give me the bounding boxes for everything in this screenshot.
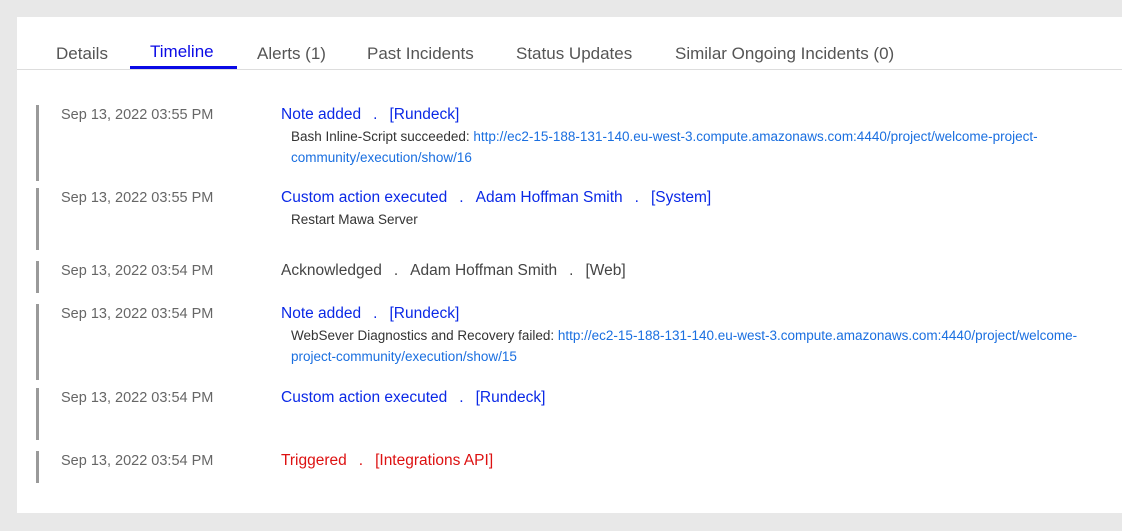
separator: . [373, 305, 378, 322]
entry-detail-text: WebSever Diagnostics and Recovery failed… [291, 328, 558, 343]
tab-bar: Details Timeline Alerts (1) Past Inciden… [17, 17, 1122, 70]
timeline-bar [36, 105, 39, 181]
entry-actor[interactable]: Adam Hoffman Smith [476, 189, 623, 206]
tab-status-updates[interactable]: Status Updates [516, 43, 632, 69]
separator: . [459, 189, 464, 206]
entry-source: [Integrations API] [375, 452, 494, 469]
entry-event[interactable]: Custom action executed [281, 389, 447, 406]
entry-detail: Restart Mawa Server [291, 209, 1121, 230]
entry-header: Note added. [Rundeck] [281, 304, 459, 324]
entry-event[interactable]: Note added [281, 305, 361, 322]
entry-event: Acknowledged [281, 262, 382, 279]
entry-timestamp: Sep 13, 2022 03:54 PM [61, 263, 214, 279]
entry-header: Custom action executed. [Rundeck] [281, 388, 545, 408]
timeline-bar [36, 388, 39, 440]
entry-header: Custom action executed. Adam Hoffman Smit… [281, 188, 711, 208]
entry-source: [Web] [585, 262, 626, 279]
separator: . [373, 106, 378, 123]
entry-source[interactable]: [Rundeck] [389, 106, 459, 123]
entry-detail: WebSever Diagnostics and Recovery failed… [291, 325, 1121, 367]
separator: . [393, 262, 399, 279]
timeline-bar [36, 188, 39, 250]
entry-header: Triggered. [Integrations API] [281, 451, 493, 471]
entry-timestamp: Sep 13, 2022 03:54 PM [61, 390, 214, 406]
tab-alerts[interactable]: Alerts (1) [257, 43, 326, 69]
timeline-bar [36, 261, 39, 293]
tab-similar-ongoing-incidents[interactable]: Similar Ongoing Incidents (0) [675, 43, 894, 69]
tab-details[interactable]: Details [56, 43, 108, 69]
entry-header: Note added. [Rundeck] [281, 105, 459, 125]
entry-source[interactable]: [Rundeck] [389, 305, 459, 322]
separator: . [358, 452, 364, 469]
timeline-bar [36, 451, 39, 483]
entry-detail-text: Restart Mawa Server [291, 212, 418, 227]
entry-event[interactable]: Custom action executed [281, 189, 447, 206]
incident-panel: Details Timeline Alerts (1) Past Inciden… [17, 17, 1122, 513]
entry-timestamp: Sep 13, 2022 03:55 PM [61, 107, 214, 123]
entry-header: Acknowledged. Adam Hoffman Smith. [Web] [281, 261, 626, 281]
separator: . [569, 262, 574, 279]
entry-detail-text: Bash Inline-Script succeeded: [291, 129, 474, 144]
entry-event: Triggered [281, 452, 347, 469]
entry-source[interactable]: [System] [651, 189, 711, 206]
separator: . [459, 389, 464, 406]
entry-event[interactable]: Note added [281, 106, 361, 123]
entry-source[interactable]: [Rundeck] [476, 389, 546, 406]
tab-past-incidents[interactable]: Past Incidents [367, 43, 474, 69]
tab-timeline[interactable]: Timeline [150, 41, 214, 67]
entry-detail: Bash Inline-Script succeeded: http://ec2… [291, 126, 1121, 168]
entry-actor: Adam Hoffman Smith [410, 262, 558, 279]
active-tab-indicator [130, 66, 237, 69]
entry-timestamp: Sep 13, 2022 03:54 PM [61, 453, 214, 469]
entry-timestamp: Sep 13, 2022 03:55 PM [61, 190, 214, 206]
separator: . [634, 189, 639, 206]
timeline-bar [36, 304, 39, 380]
entry-timestamp: Sep 13, 2022 03:54 PM [61, 306, 214, 322]
